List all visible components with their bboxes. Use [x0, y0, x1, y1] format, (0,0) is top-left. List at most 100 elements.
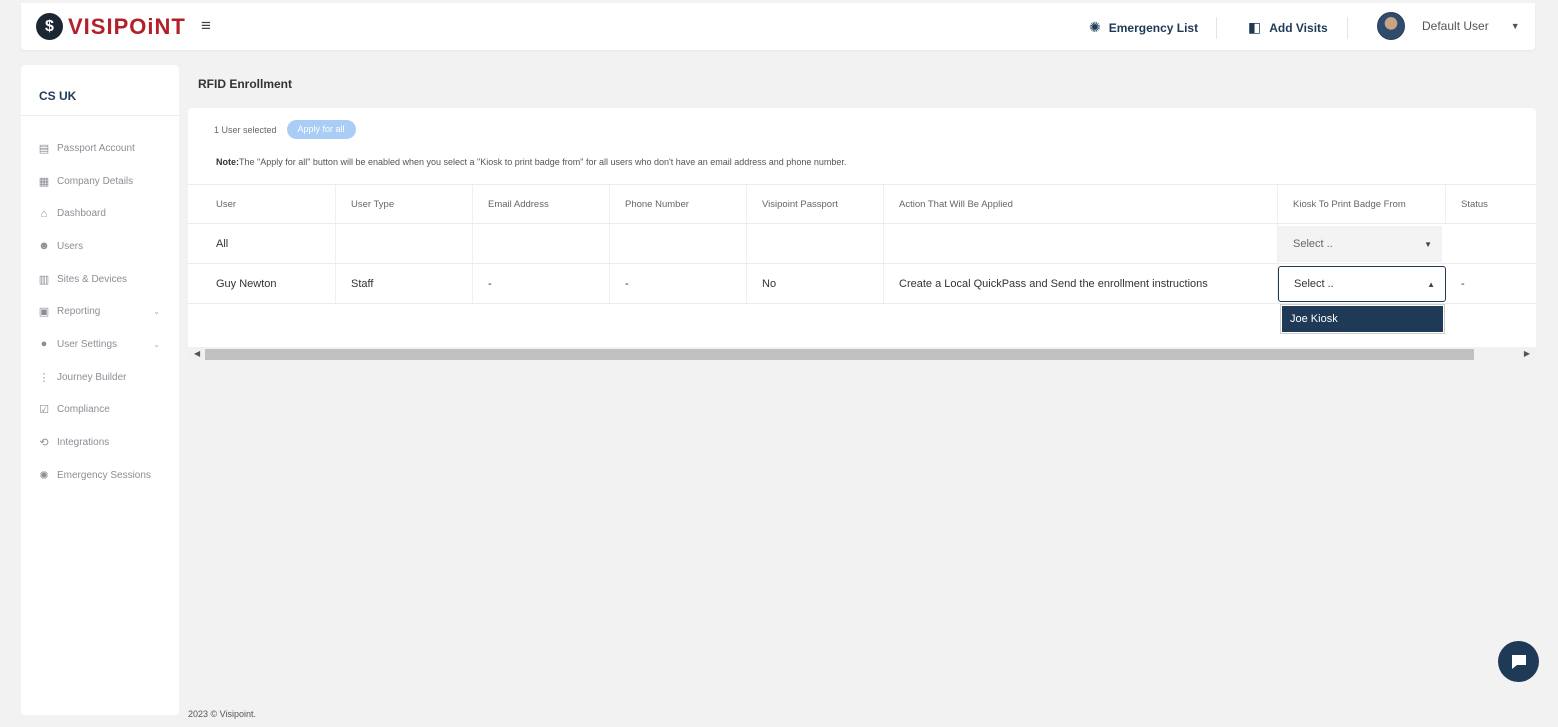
logo-mark-icon: $ — [36, 13, 63, 40]
selection-row: 1 User selected Apply for all — [214, 120, 356, 139]
emergency-list-label: Emergency List — [1108, 20, 1199, 35]
scrollbar-thumb[interactable] — [205, 349, 1474, 360]
cell-action: Create a Local QuickPass and Send the en… — [884, 264, 1278, 303]
caret-down-icon: ▼ — [1510, 21, 1520, 31]
sidebar-item-users[interactable]: ☻ Users — [21, 230, 179, 263]
header-divider — [1216, 17, 1217, 39]
user-menu[interactable]: Default User ▼ — [1377, 12, 1520, 40]
door-icon: ◧ — [1248, 19, 1262, 35]
kiosk-select[interactable]: Select .. ▲ — [1278, 266, 1446, 302]
header-email: Email Address — [473, 185, 610, 223]
visipoint-logo[interactable]: $ VISIPOiNT — [36, 13, 186, 40]
cell-empty — [336, 224, 473, 263]
caret-down-icon: ▼ — [1424, 239, 1432, 249]
header-user: User — [201, 185, 336, 223]
report-icon: ▣ — [38, 306, 50, 319]
header-status: Status — [1461, 198, 1488, 210]
sidebar-item-label: Reporting — [57, 306, 101, 318]
page-title: RFID Enrollment — [198, 77, 293, 91]
note-text: Note:The "Apply for all" button will be … — [216, 157, 846, 167]
cell-empty — [473, 224, 610, 263]
cell-empty — [747, 224, 884, 263]
dropdown-option-joe-kiosk[interactable]: Joe Kiosk — [1282, 306, 1443, 332]
avatar — [1377, 12, 1405, 40]
sidebar-item-label: Dashboard — [57, 208, 106, 220]
logo-text: VISIPOiNT — [68, 14, 186, 39]
cell-status: - — [1461, 277, 1465, 290]
cell-user-all: All — [201, 224, 336, 263]
organization-name: CS UK — [21, 65, 179, 116]
scroll-left-icon[interactable]: ◀ — [194, 349, 200, 358]
cell-phone: - — [610, 264, 747, 303]
chat-button[interactable] — [1498, 641, 1539, 682]
sidebar-item-company-details[interactable]: ▦ Company Details — [21, 165, 179, 198]
kiosk-select-all-value: Select .. — [1293, 238, 1333, 250]
sidebar-item-integrations[interactable]: ⟲ Integrations — [21, 426, 179, 459]
user-settings-icon: ● — [40, 338, 48, 351]
header-passport: Visipoint Passport — [747, 185, 884, 223]
table-header-row: User User Type Email Address Phone Numbe… — [188, 184, 1536, 223]
sidebar-item-sites-devices[interactable]: ▥ Sites & Devices — [21, 263, 179, 296]
header-phone: Phone Number — [610, 185, 747, 223]
caret-up-icon: ▲ — [1427, 279, 1435, 289]
header-action: Action That Will Be Applied — [884, 185, 1278, 223]
sidebar-item-label: Company Details — [57, 175, 134, 187]
cell-empty — [1446, 224, 1536, 263]
emergency-list-link[interactable]: ✺ Emergency List — [1089, 19, 1198, 36]
sidebar-item-label: Compliance — [57, 404, 110, 416]
kiosk-dropdown: Joe Kiosk — [1280, 304, 1445, 334]
table-row[interactable]: Guy Newton Staff - - No Create a Local Q… — [188, 263, 1536, 303]
horizontal-scrollbar[interactable]: ◀ ▶ — [188, 347, 1536, 362]
building-icon: ▦ — [38, 175, 50, 188]
home-icon: ⌂ — [40, 207, 48, 220]
header-divider — [1347, 17, 1348, 39]
sidebar-item-passport-account[interactable]: ▤ Passport Account — [21, 132, 179, 165]
sidebar-item-dashboard[interactable]: ⌂ Dashboard — [21, 197, 179, 230]
sidebar-menu: ▤ Passport Account ▦ Company Details ⌂ Dashbo… — [21, 116, 179, 492]
siren-icon: ✺ — [39, 469, 49, 482]
cell-empty — [884, 224, 1278, 263]
hamburger-icon[interactable]: ≡ — [201, 16, 211, 36]
top-bar: $ VISIPOiNT ≡ ✺ Emergency List ◧ Add Vis… — [21, 3, 1535, 50]
user-name: Default User — [1422, 19, 1489, 33]
cell-passport: No — [747, 264, 884, 303]
sidebar-item-compliance[interactable]: ☑ Compliance — [21, 394, 179, 427]
chevron-down-icon: ⌄ — [153, 339, 160, 349]
passport-icon: ▤ — [38, 142, 50, 155]
sidebar-item-label: Integrations — [57, 437, 110, 449]
enrollment-card: 1 User selected Apply for all Note:The "… — [188, 108, 1536, 361]
scroll-right-icon[interactable]: ▶ — [1524, 349, 1530, 358]
chat-icon — [1511, 654, 1526, 669]
sidebar-item-journey-builder[interactable]: ⋮ Journey Builder — [21, 361, 179, 394]
header-user-type: User Type — [336, 185, 473, 223]
note-label: Note: — [216, 157, 239, 167]
add-visits-link[interactable]: ◧ Add Visits — [1248, 19, 1328, 36]
table-row-all: All Select .. ▼ — [188, 223, 1536, 263]
cell-email: - — [473, 264, 610, 303]
cell-empty — [610, 224, 747, 263]
kiosk-select-all[interactable]: Select .. ▼ — [1278, 226, 1442, 262]
siren-icon: ✺ — [1089, 19, 1101, 35]
add-visits-label: Add Visits — [1269, 20, 1328, 35]
selected-count: 1 User selected — [214, 124, 277, 135]
footer-copyright: 2023 © Visipoint. — [188, 709, 257, 719]
sidebar-item-label: Users — [57, 240, 84, 252]
cell-user-type: Staff — [336, 264, 473, 303]
users-icon: ☻ — [38, 240, 50, 253]
compliance-icon: ☑ — [39, 404, 49, 417]
sidebar-item-label: Passport Account — [57, 142, 135, 154]
sidebar: CS UK ▤ Passport Account ▦ Company Details ⌂… — [21, 65, 179, 715]
apply-for-all-button[interactable]: Apply for all — [286, 120, 356, 139]
sidebar-item-user-settings[interactable]: ● User Settings ⌄ — [21, 328, 179, 361]
journey-icon: ⋮ — [38, 371, 50, 384]
sidebar-item-label: Journey Builder — [57, 371, 127, 383]
cell-user: Guy Newton — [201, 264, 336, 303]
chevron-down-icon: ⌄ — [153, 307, 160, 317]
kiosk-select-value: Select .. — [1294, 278, 1334, 290]
note-body: The "Apply for all" button will be enabl… — [239, 157, 847, 167]
header-kiosk: Kiosk To Print Badge From — [1278, 185, 1446, 223]
sites-icon: ▥ — [38, 273, 50, 286]
sidebar-item-emergency-sessions[interactable]: ✺ Emergency Sessions — [21, 459, 179, 492]
sidebar-item-reporting[interactable]: ▣ Reporting ⌄ — [21, 295, 179, 328]
integrations-icon: ⟲ — [39, 437, 49, 450]
